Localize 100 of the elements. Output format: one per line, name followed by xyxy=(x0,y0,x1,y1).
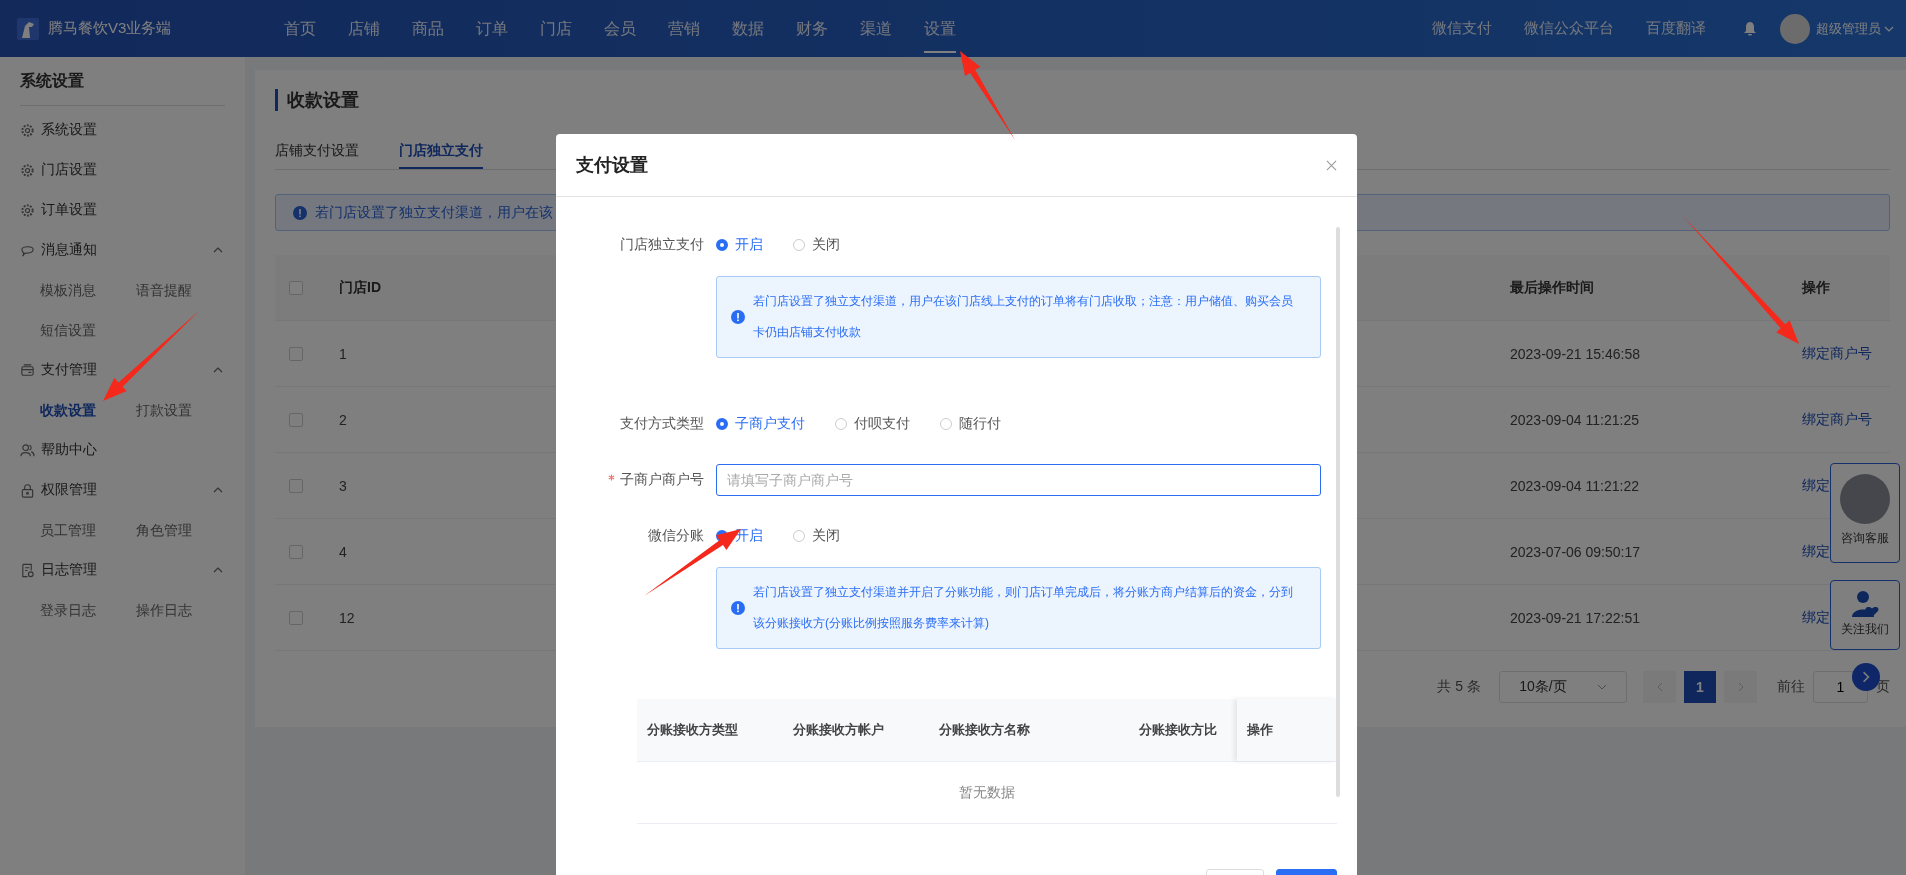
radio-button[interactable] xyxy=(793,530,805,542)
table-cell: 12 xyxy=(339,609,355,626)
chevron-left-icon xyxy=(1656,682,1663,692)
table-cell: 2023-07-06 09:50:17 xyxy=(1510,543,1640,560)
nav-tab[interactable]: 首页 xyxy=(284,0,348,57)
column-header: 最后操作时间 xyxy=(1510,278,1594,297)
column-header: 分账接收方比 xyxy=(1138,721,1218,739)
tab[interactable]: 门店独立支付 xyxy=(399,133,483,169)
sidebar-subitem[interactable]: 语音提醒 xyxy=(136,270,232,310)
table-cell: 2 xyxy=(339,411,347,428)
sidebar-item[interactable]: 支付管理 xyxy=(41,361,213,379)
sidebar-subitem[interactable]: 模板消息 xyxy=(40,270,136,310)
radio-option[interactable]: 子商户支付 xyxy=(716,415,805,433)
row-checkbox[interactable] xyxy=(289,346,303,361)
nav-tab[interactable]: 门店 xyxy=(540,0,604,57)
sidebar-item[interactable]: 消息通知 xyxy=(41,241,213,259)
floating-widget[interactable]: 咨询客服 xyxy=(1830,463,1900,563)
row-checkbox[interactable] xyxy=(289,610,303,625)
info-icon xyxy=(731,310,745,324)
scrollbar[interactable] xyxy=(1336,227,1340,797)
nav-tab[interactable]: 数据 xyxy=(732,0,796,57)
radio-button[interactable] xyxy=(793,239,805,251)
radio-option[interactable]: 付呗支付 xyxy=(835,415,910,433)
nav-tab[interactable]: 商品 xyxy=(412,0,476,57)
user-name[interactable]: 超级管理员 xyxy=(1816,19,1881,38)
top-link[interactable]: 微信公众平台 xyxy=(1524,19,1614,38)
page-number[interactable]: 1 xyxy=(1684,671,1716,703)
nav-tab[interactable]: 店铺 xyxy=(348,0,412,57)
radio-option[interactable]: 关闭 xyxy=(793,236,840,254)
nav-tab[interactable]: 营销 xyxy=(668,0,732,57)
column-header: 分账接收方名称 xyxy=(938,721,1031,739)
radio-option[interactable]: 关闭 xyxy=(793,527,840,545)
radio-button[interactable] xyxy=(940,418,952,430)
app-title: 腾马餐饮V3业务端 xyxy=(48,19,173,38)
table-cell: 2023-09-21 15:46:58 xyxy=(1510,345,1640,362)
merchant-number-input[interactable]: 请填写子商户商户号 xyxy=(716,464,1321,496)
column-header: 操作 xyxy=(1237,699,1337,761)
sidebar-item[interactable]: 日志管理 xyxy=(41,561,213,579)
sidebar-subitem[interactable]: 员工管理 xyxy=(40,510,136,550)
sidebar-item[interactable]: 订单设置 xyxy=(41,201,225,219)
floating-widget[interactable]: 关注我们 xyxy=(1830,580,1900,650)
nav-tab[interactable]: 订单 xyxy=(476,0,540,57)
field-label: 门店独立支付 xyxy=(619,236,705,254)
radio-button[interactable] xyxy=(716,239,728,251)
sidebar-subitem[interactable]: 操作日志 xyxy=(136,590,232,630)
nav-tab[interactable]: 渠道 xyxy=(860,0,924,57)
nav-tab[interactable]: 财务 xyxy=(796,0,860,57)
table-cell: 2023-09-04 11:21:25 xyxy=(1510,411,1639,428)
radio-option[interactable]: 开启 xyxy=(716,236,763,254)
doc-icon xyxy=(20,562,35,578)
select-all-checkbox[interactable] xyxy=(289,280,303,295)
table-cell: 4 xyxy=(339,543,347,560)
sidebar-subitem[interactable]: 收款设置 xyxy=(40,390,136,430)
table-cell: 3 xyxy=(339,477,347,494)
caret-icon xyxy=(1596,684,1607,690)
tab[interactable]: 店铺支付设置 xyxy=(275,133,359,169)
nav-tab[interactable]: 会员 xyxy=(604,0,668,57)
row-checkbox[interactable] xyxy=(289,544,303,559)
sidebar-item[interactable]: 帮助中心 xyxy=(41,441,225,459)
sidebar-subitem[interactable]: 短信设置 xyxy=(40,310,136,350)
field-label: 微信分账 xyxy=(647,527,705,545)
sidebar-subitem[interactable]: 登录日志 xyxy=(40,590,136,630)
card-icon xyxy=(20,362,35,378)
user-avatar[interactable] xyxy=(1780,13,1810,44)
chevron-icon[interactable] xyxy=(213,247,223,253)
nav-tab[interactable]: 设置 xyxy=(924,0,988,57)
bind-merchant-link[interactable]: 绑定 xyxy=(1802,542,1830,559)
row-checkbox[interactable] xyxy=(289,478,303,493)
table-cell: 1 xyxy=(339,345,347,362)
bind-merchant-link[interactable]: 绑定商户号 xyxy=(1802,344,1872,361)
info-icon xyxy=(293,205,307,220)
bind-merchant-link[interactable]: 绑定 xyxy=(1802,608,1830,625)
row-checkbox[interactable] xyxy=(289,412,303,427)
bind-merchant-link[interactable]: 绑定商户号 xyxy=(1802,410,1872,427)
bind-merchant-link[interactable]: 绑定 xyxy=(1802,476,1830,493)
column-header: 门店ID xyxy=(339,278,381,297)
notification-bell-icon[interactable] xyxy=(1742,20,1758,37)
chevron-icon[interactable] xyxy=(213,367,223,373)
caret-icon[interactable] xyxy=(1884,25,1894,32)
previous-page-button[interactable] xyxy=(1643,671,1676,703)
next-page-button[interactable] xyxy=(1724,671,1757,703)
radio-option[interactable]: 随行付 xyxy=(940,415,1001,433)
sidebar-item[interactable]: 门店设置 xyxy=(41,161,225,179)
column-header: 操作 xyxy=(1802,278,1830,297)
goto-label: 前往 xyxy=(1777,678,1805,696)
page-size-select[interactable]: 10条/页 xyxy=(1499,671,1627,703)
top-link[interactable]: 微信支付 xyxy=(1432,19,1492,38)
top-link[interactable]: 百度翻译 xyxy=(1646,19,1706,38)
dialog-title: 支付设置 xyxy=(576,154,648,177)
chevron-icon[interactable] xyxy=(213,487,223,493)
sidebar-item[interactable]: 权限管理 xyxy=(41,481,213,499)
sidebar-subitem[interactable]: 打款设置 xyxy=(136,390,232,430)
column-header: 分账接收方帐户 xyxy=(792,721,885,739)
radio-button[interactable] xyxy=(716,418,728,430)
sidebar-subitem[interactable]: 角色管理 xyxy=(136,510,232,550)
chevron-icon[interactable] xyxy=(213,567,223,573)
radio-button[interactable] xyxy=(835,418,847,430)
close-icon[interactable] xyxy=(1326,159,1337,171)
sidebar-item[interactable]: 系统设置 xyxy=(41,121,225,139)
total-count: 共 5 条 xyxy=(1437,678,1481,696)
